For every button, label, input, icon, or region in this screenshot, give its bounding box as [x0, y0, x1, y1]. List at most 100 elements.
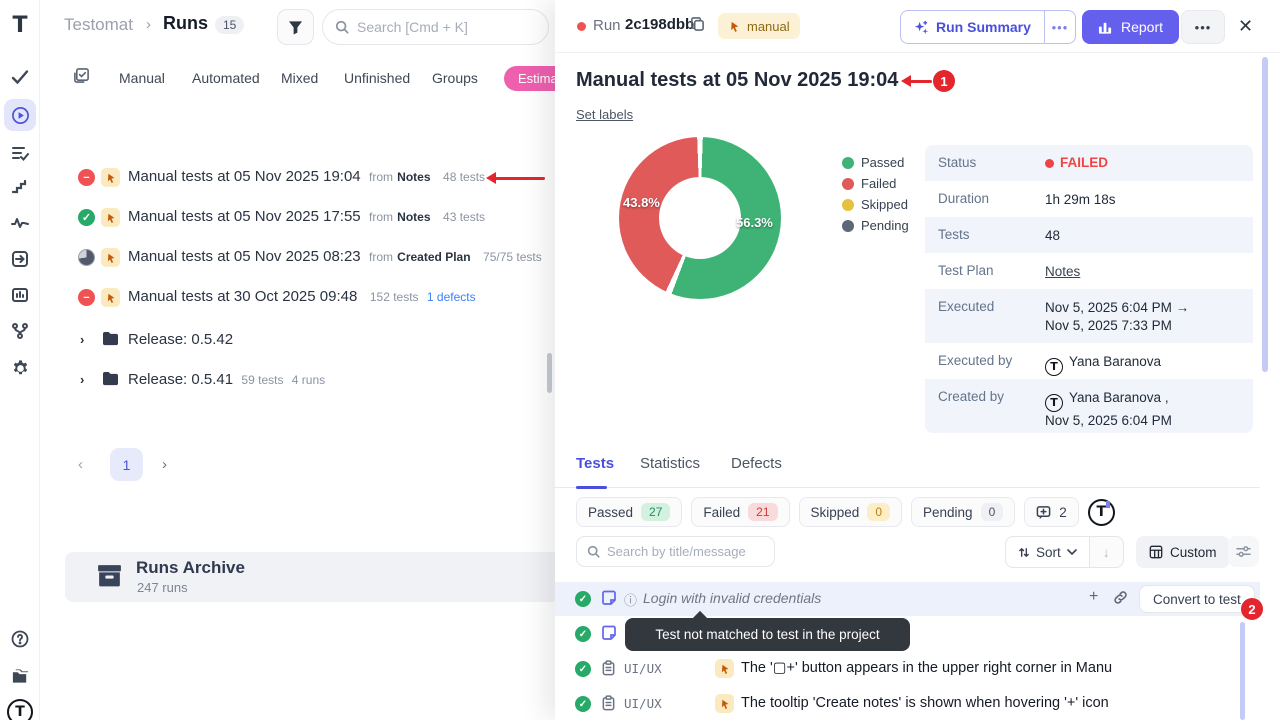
tab-tests[interactable]: Tests [576, 455, 614, 472]
filter-button[interactable] [277, 9, 314, 45]
run-row[interactable]: Manual tests at 05 Nov 2025 08:23 from C… [40, 246, 555, 286]
chevron-right-icon[interactable]: › [80, 332, 84, 347]
release-row[interactable]: › Release: 0.5.42 [40, 330, 555, 370]
set-labels-link[interactable]: Set labels [576, 107, 633, 122]
sort-split-button: Sort ↓ [1005, 536, 1124, 568]
status-failed-icon: − [78, 169, 95, 186]
list-scrollbar-thumb[interactable] [1240, 622, 1245, 720]
sort-label: Sort [1036, 545, 1061, 560]
breadcrumb-separator: › [146, 16, 151, 33]
page-prev-icon[interactable]: ‹ [78, 456, 83, 473]
test-row[interactable]: ✓ UI/UX The '▢+' button appears in the u… [555, 652, 1260, 686]
test-row[interactable]: ✓ UI/UX The tooltip 'Create notes' is sh… [555, 687, 1260, 720]
user-avatar[interactable]: T [4, 696, 36, 720]
sidebar-item-steps-icon[interactable] [4, 171, 36, 203]
status-in-progress-icon [78, 249, 95, 266]
left-scrollbar-thumb[interactable] [547, 353, 552, 393]
tab-manual[interactable]: Manual [119, 70, 165, 86]
release-row[interactable]: › Release: 0.5.41 59 tests 4 runs [40, 370, 555, 410]
test-plan-link[interactable]: Notes [1045, 264, 1080, 279]
select-runs-icon[interactable] [73, 67, 90, 89]
legend-dot-passed [842, 157, 854, 169]
detail-tabs: Tests Statistics Defects [555, 448, 1260, 488]
run-summary-split-button: Run Summary ••• [900, 10, 1076, 44]
legend-label: Skipped [861, 197, 908, 212]
runs-search-input[interactable] [357, 19, 517, 35]
tests-search-input[interactable] [607, 544, 757, 559]
sidebar-item-reports-icon[interactable] [4, 279, 36, 311]
tab-mixed[interactable]: Mixed [281, 70, 318, 86]
run-row[interactable]: − Manual tests at 30 Oct 2025 09:48 152 … [40, 286, 555, 326]
runs-search[interactable] [322, 9, 549, 45]
legend-label: Passed [861, 155, 904, 170]
assignee-avatar[interactable]: T [1088, 499, 1115, 526]
add-icon[interactable]: + [1089, 588, 1098, 606]
page-1-button[interactable]: 1 [110, 448, 143, 481]
sidebar-item-branches-icon[interactable] [4, 315, 36, 347]
sidebar-item-runs-icon[interactable] [4, 99, 36, 131]
tab-automated[interactable]: Automated [192, 70, 260, 86]
sidebar-item-import-icon[interactable] [4, 243, 36, 275]
help-icon[interactable] [4, 623, 36, 655]
sidebar-item-testplans-icon[interactable] [4, 137, 36, 169]
tab-estimate[interactable]: Estimate [504, 66, 555, 91]
run-row[interactable]: − Manual tests at 05 Nov 2025 19:04 from… [40, 166, 555, 206]
folder-icon [102, 371, 119, 391]
sort-button[interactable]: Sort [1005, 536, 1090, 568]
copy-icon[interactable] [690, 16, 705, 37]
manual-run-icon [101, 248, 120, 267]
sort-direction-button[interactable]: ↓ [1090, 536, 1124, 568]
passed-count-badge: 27 [641, 503, 670, 521]
run-defects-link[interactable]: 1 defects [427, 290, 476, 304]
tab-statistics[interactable]: Statistics [640, 455, 700, 472]
manual-run-icon [101, 168, 120, 187]
chip-pending[interactable]: Pending0 [911, 497, 1015, 527]
legend-item: Failed [842, 173, 909, 194]
close-panel-icon[interactable]: ✕ [1238, 16, 1253, 37]
legend-label: Failed [861, 176, 896, 191]
report-button[interactable]: Report [1082, 10, 1179, 44]
link-icon[interactable] [1113, 590, 1128, 610]
legend-item: Skipped [842, 194, 909, 215]
convert-to-test-button[interactable]: Convert to test [1139, 585, 1255, 613]
failed-percent-label: 43.8% [623, 195, 660, 210]
run-row[interactable]: ✓ Manual tests at 05 Nov 2025 17:55 from… [40, 206, 555, 246]
custom-columns-button[interactable]: Custom [1136, 536, 1230, 568]
overflow-menu-button[interactable]: ••• [1181, 10, 1225, 44]
detail-label: Status [925, 145, 1045, 181]
legend-label: Pending [861, 218, 909, 233]
sidebar-item-checks-icon[interactable] [4, 61, 36, 93]
annotation-badge-1: 1 [933, 70, 955, 92]
test-row[interactable]: ✓ ⓘ Login with invalid credentials + Con… [555, 582, 1260, 616]
donut-hole [659, 177, 741, 259]
failed-count-badge: 21 [748, 503, 777, 521]
runs-header: Testomat › Runs 15 ✕ [40, 0, 555, 56]
docs-icon[interactable] [4, 660, 36, 692]
chip-comments[interactable]: 2 [1024, 497, 1079, 527]
detail-row-plan: Test Plan Notes [925, 253, 1253, 289]
tab-defects[interactable]: Defects [731, 455, 782, 472]
passed-percent-label: 56.3% [736, 215, 773, 230]
page-next-icon[interactable]: › [162, 456, 167, 473]
app-logo[interactable]: T [4, 9, 36, 41]
sidebar-item-settings-icon[interactable] [4, 352, 36, 384]
chip-skipped[interactable]: Skipped0 [799, 497, 902, 527]
list-settings-button[interactable] [1228, 536, 1259, 567]
tests-search[interactable] [576, 536, 775, 567]
chip-failed[interactable]: Failed21 [691, 497, 789, 527]
breadcrumb-project[interactable]: Testomat [64, 15, 133, 35]
chevron-right-icon[interactable]: › [80, 372, 84, 387]
run-summary-button[interactable]: Run Summary [900, 10, 1044, 44]
chip-passed[interactable]: Passed27 [576, 497, 682, 527]
legend-dot-failed [842, 178, 854, 190]
detail-value-status: FAILED [1060, 154, 1108, 172]
sidebar-item-activity-icon[interactable] [4, 207, 36, 239]
detail-scrollbar-thumb[interactable] [1262, 57, 1268, 372]
run-summary-more-button[interactable]: ••• [1044, 10, 1076, 44]
tab-groups[interactable]: Groups [432, 70, 478, 86]
run-tests-count: 152 tests [370, 290, 419, 304]
detail-value-duration: 1h 29m 18s [1045, 181, 1253, 217]
tab-unfinished[interactable]: Unfinished [344, 70, 410, 86]
executed-by-user: Yana Baranova [1069, 354, 1161, 369]
runs-archive-bar[interactable]: Runs Archive 247 runs [65, 552, 555, 602]
